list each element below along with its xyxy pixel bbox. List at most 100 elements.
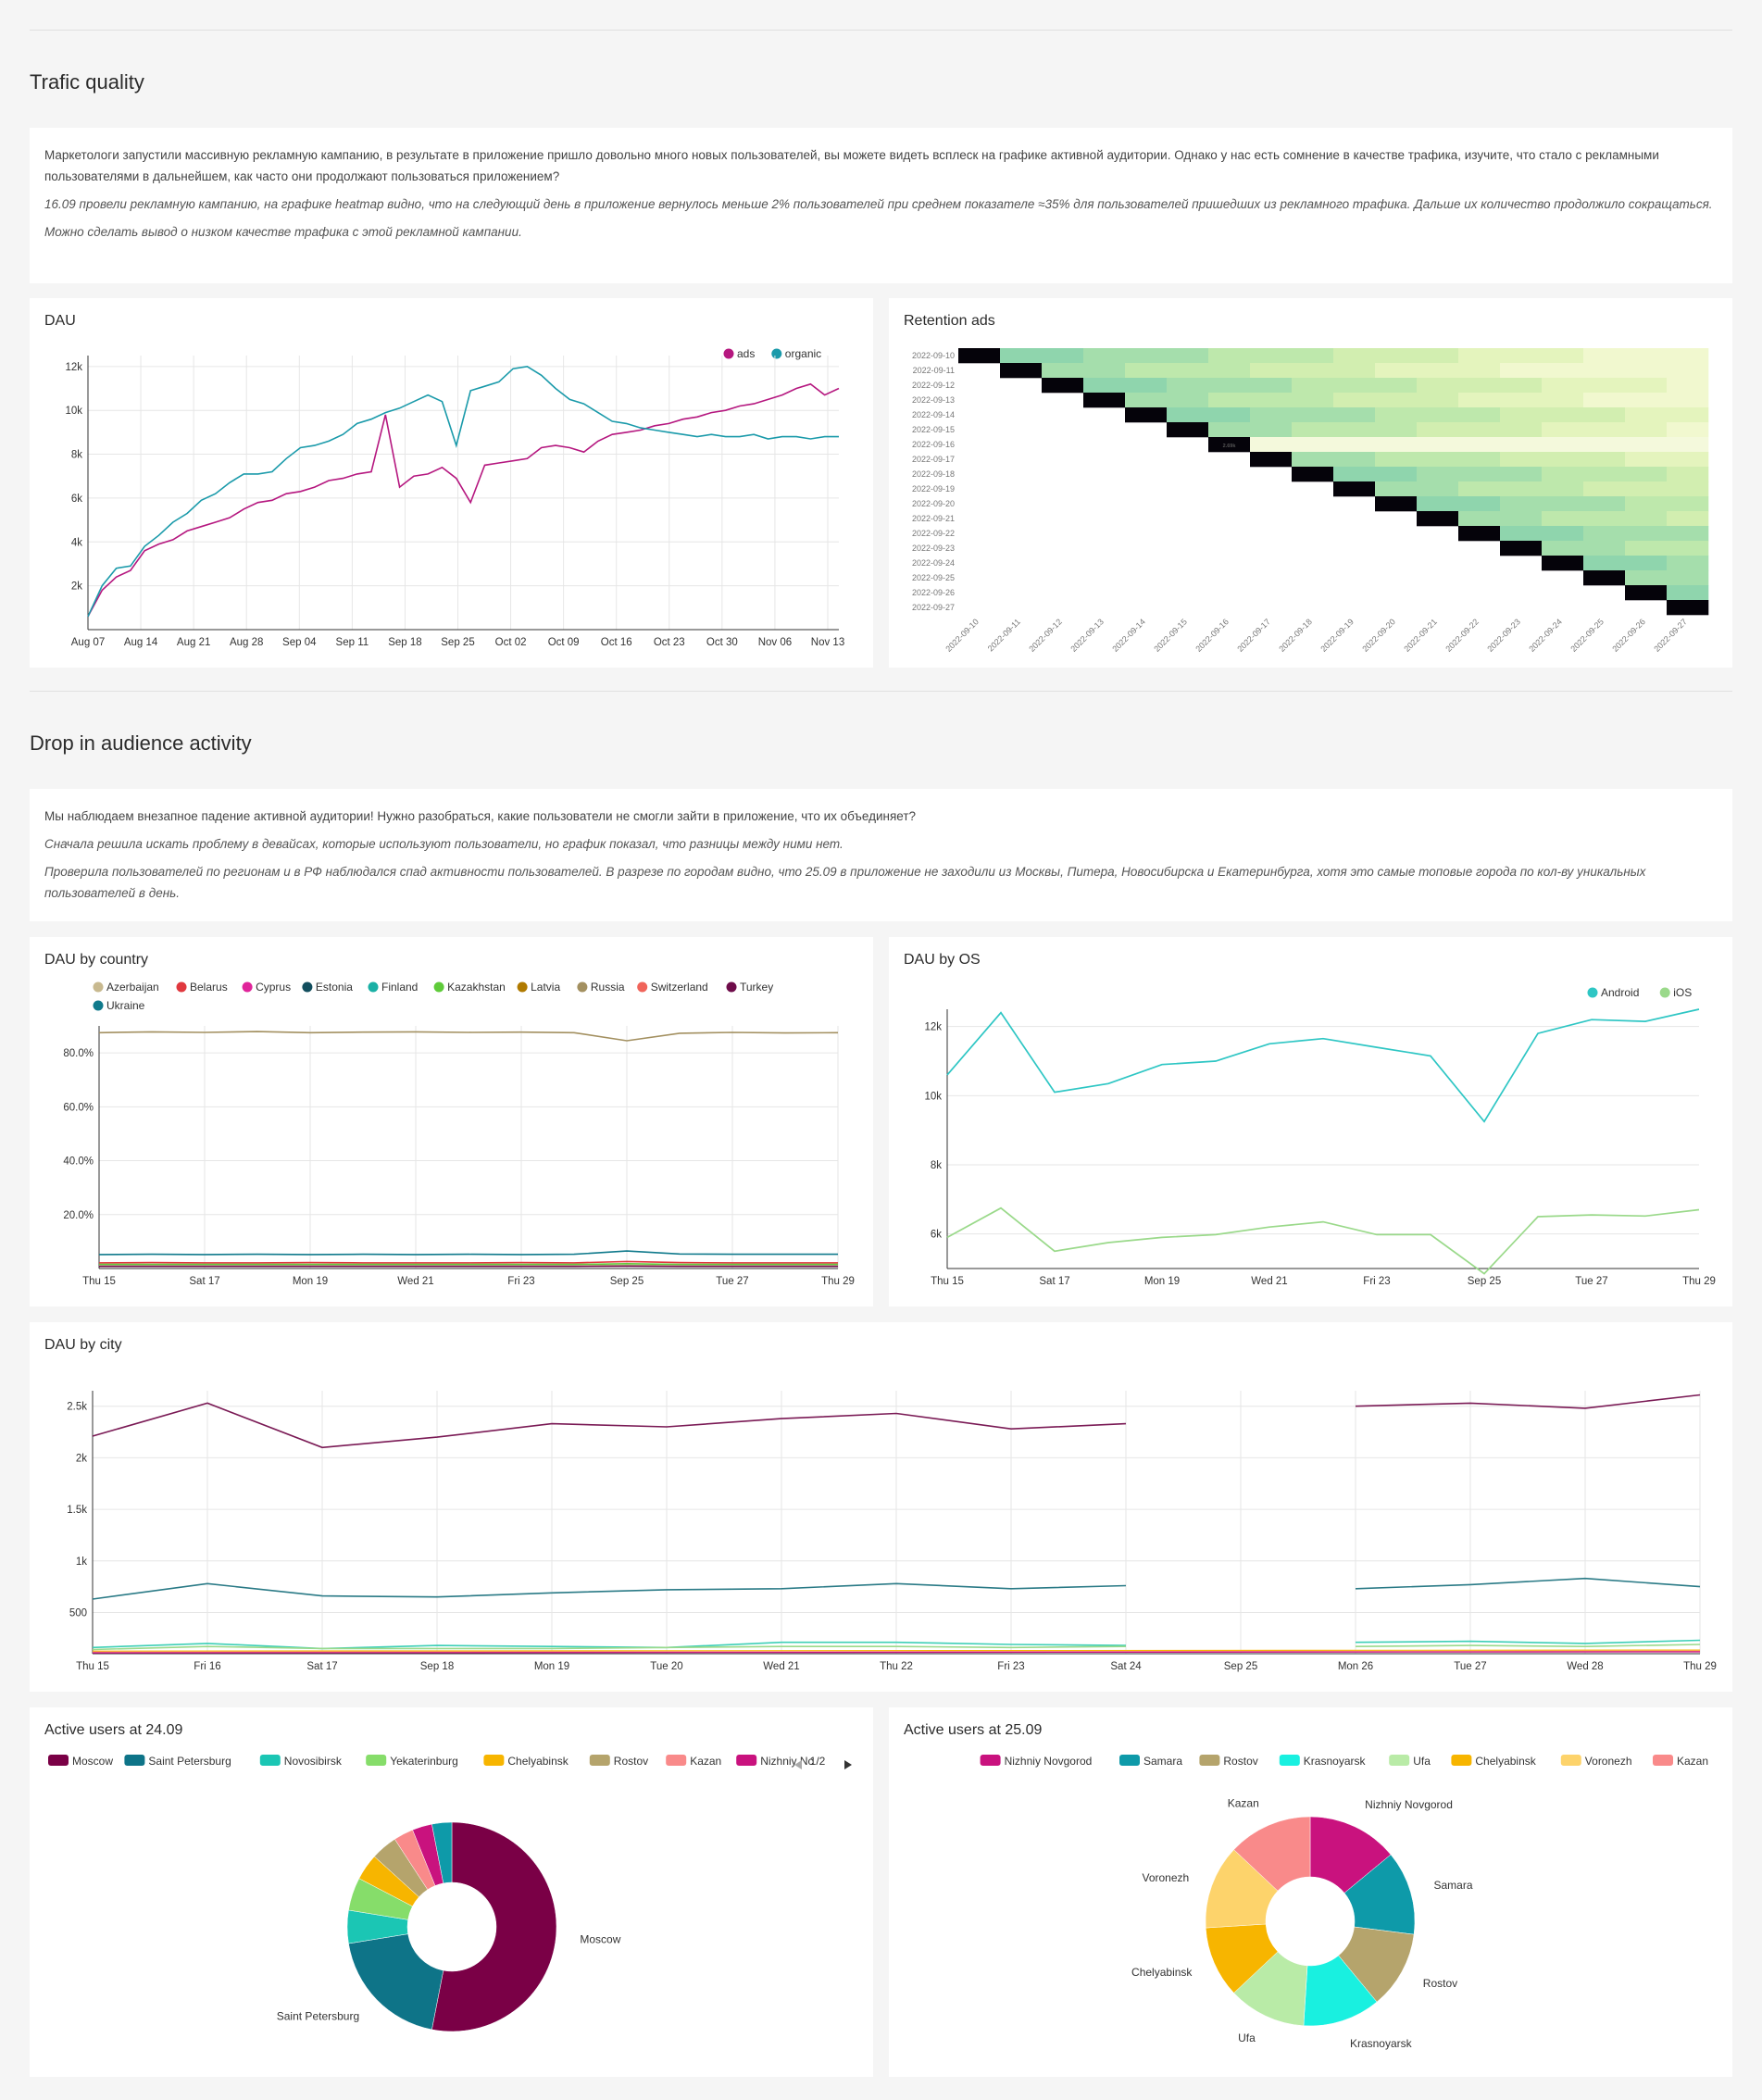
city-chart[interactable]: 500 1k 1.5k 2k 2.5k Thu 15 Fri 16 Sat 17 Sep 18 M… [30,1322,1732,1692]
retention-cell[interactable] [1458,393,1501,408]
retention-cell[interactable] [1625,437,1668,453]
retention-cell[interactable] [1542,363,1584,379]
retention-cell[interactable] [1625,541,1668,556]
country-legend-marker[interactable] [302,981,313,993]
retention-cell[interactable] [1417,378,1459,394]
retention-cell[interactable] [1625,556,1668,571]
retention-cell[interactable] [1625,481,1668,497]
retention-cell[interactable] [1292,363,1334,379]
retention-cell[interactable] [1542,511,1584,527]
retention-cell[interactable] [1375,437,1418,453]
retention-cell[interactable] [1417,496,1459,512]
retention-cell[interactable] [1417,481,1459,497]
country-legend-marker[interactable] [176,981,187,993]
retention-cell[interactable] [1292,378,1334,394]
retention-cell[interactable] [1333,467,1376,482]
retention-cell[interactable] [1333,378,1376,394]
retention-cell[interactable] [1250,378,1293,394]
retention-cell[interactable] [1500,496,1543,512]
retention-diagonal-cell[interactable] [1167,422,1209,438]
retention-cell[interactable] [1458,481,1501,497]
retention-cell[interactable] [1292,393,1334,408]
country-legend-marker[interactable] [433,981,444,993]
retention-cell[interactable] [1500,481,1543,497]
retention-cell[interactable] [1625,348,1668,364]
retention-cell[interactable] [1500,378,1543,394]
retention-cell[interactable] [1625,422,1668,438]
retention-cell[interactable] [1292,407,1334,423]
pie1-legend-marker[interactable] [124,1755,145,1766]
retention-cell[interactable] [1292,452,1334,468]
retention-cell[interactable] [1167,348,1209,364]
retention-cell[interactable] [1667,556,1709,571]
retention-cell[interactable] [1042,348,1084,364]
retention-cell[interactable] [1667,585,1709,601]
retention-cell[interactable] [1542,452,1584,468]
retention-cell[interactable] [1500,467,1543,482]
retention-cell[interactable] [1542,467,1584,482]
retention-diagonal-cell[interactable] [1125,407,1168,423]
retention-cell[interactable] [1667,393,1709,408]
country-legend-marker[interactable] [368,981,379,993]
retention-cell[interactable] [1458,437,1501,453]
retention-cell[interactable] [1375,467,1418,482]
retention-cell[interactable] [1667,437,1709,453]
retention-cell[interactable] [1625,452,1668,468]
country-chart[interactable]: Azerbaijan Belarus Cyprus Estonia Finland Kaz… [30,937,873,1306]
retention-diagonal-cell[interactable] [1667,600,1709,616]
retention-cell[interactable] [1250,407,1293,423]
retention-cell[interactable] [1333,422,1376,438]
retention-cell[interactable] [1500,422,1543,438]
retention-cell[interactable] [1417,363,1459,379]
retention-cell[interactable] [1417,452,1459,468]
dau-chart[interactable]: ads organic 2k 4k 6k 8k 10k 12k Aug 07 Aug 14 Aug … [30,298,873,668]
pie1-legend-marker[interactable] [736,1755,757,1766]
retention-cell[interactable] [1667,348,1709,364]
pie2-legend-marker[interactable] [980,1755,1001,1766]
retention-cell[interactable] [1500,452,1543,468]
retention-cell[interactable] [1625,511,1668,527]
retention-cell[interactable] [1208,348,1251,364]
retention-cell[interactable] [1292,437,1334,453]
retention-diagonal-cell[interactable] [1458,526,1501,542]
retention-cell[interactable] [1500,363,1543,379]
retention-cell[interactable] [1167,378,1209,394]
retention-cell[interactable] [1250,348,1293,364]
retention-cell[interactable] [1458,467,1501,482]
pie1-chart[interactable]: Moscow Saint Petersburg Novosibirsk Yekater… [30,1707,873,2077]
retention-cell[interactable] [1250,363,1293,379]
retention-cell[interactable] [1542,541,1584,556]
retention-cell[interactable] [1583,556,1626,571]
retention-cell[interactable] [1167,393,1209,408]
retention-cell[interactable] [1125,348,1168,364]
retention-cell[interactable] [1583,452,1626,468]
country-legend-marker[interactable] [93,1000,104,1011]
retention-cell[interactable] [1667,452,1709,468]
retention-diagonal-cell[interactable] [1292,467,1334,482]
pie2-legend-marker[interactable] [1653,1755,1673,1766]
retention-diagonal-cell[interactable] [958,348,1001,364]
pie1-legend-marker[interactable] [366,1755,387,1766]
retention-cell[interactable] [1625,467,1668,482]
retention-cell[interactable] [1542,393,1584,408]
os-chart[interactable]: Android iOS 6k 8k 10k 12k Thu 15 Sat 17 Mon 19 We… [889,937,1732,1306]
retention-cell[interactable] [1333,437,1376,453]
pie2-legend-marker[interactable] [1451,1755,1472,1766]
retention-cell[interactable] [1667,467,1709,482]
retention-cell[interactable] [1417,393,1459,408]
retention-cell[interactable] [1333,452,1376,468]
retention-cell[interactable] [1375,393,1418,408]
retention-cell[interactable] [1583,481,1626,497]
retention-cell[interactable] [1542,437,1584,453]
dau-legend-marker[interactable] [723,348,734,359]
retention-cell[interactable] [1125,378,1168,394]
pie1-legend-marker[interactable] [666,1755,687,1766]
country-series-ukraine[interactable] [98,1250,838,1256]
retention-cell[interactable] [1375,481,1418,497]
retention-cell[interactable] [1417,407,1459,423]
retention-cell[interactable] [1208,393,1251,408]
retention-cell[interactable] [1542,481,1584,497]
country-series-russia[interactable] [98,1031,839,1042]
retention-cell[interactable] [1542,348,1584,364]
retention-cell[interactable] [1375,452,1418,468]
